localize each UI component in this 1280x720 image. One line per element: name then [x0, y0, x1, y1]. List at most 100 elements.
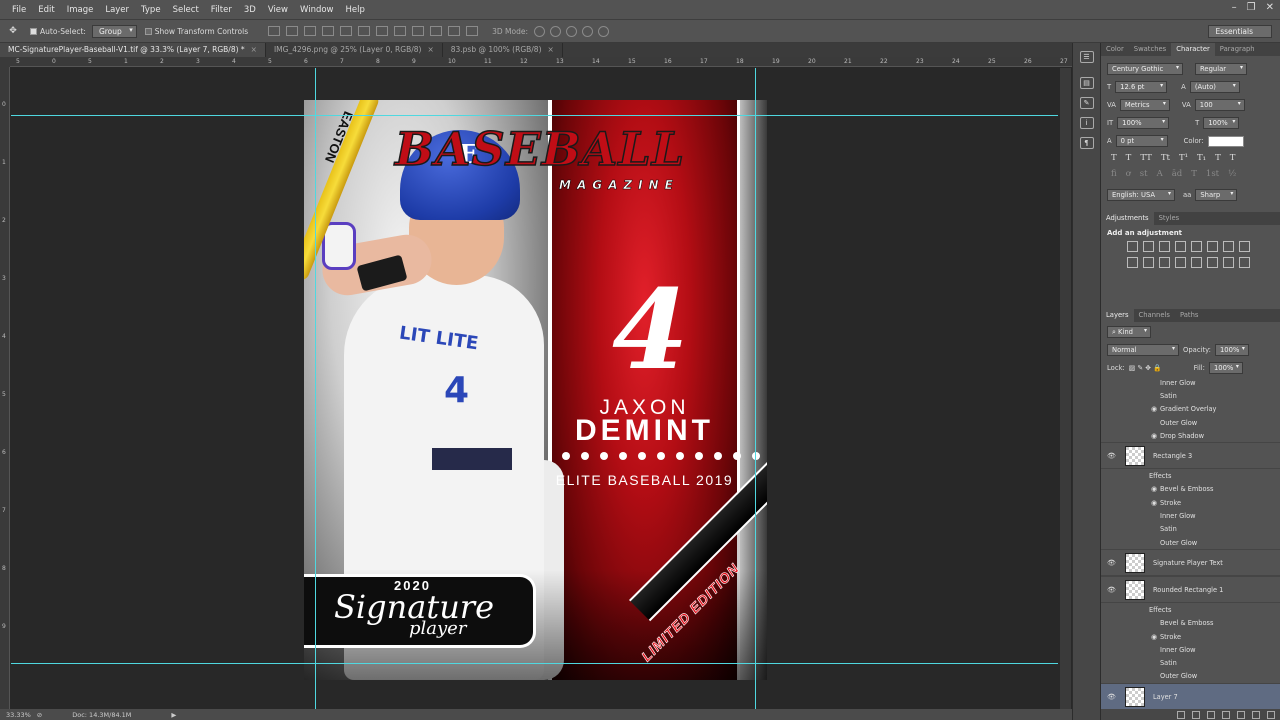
- layer-row[interactable]: 👁 Signature Player Text: [1101, 549, 1280, 577]
- opentype-button[interactable]: A: [1157, 169, 1163, 179]
- lock-icons[interactable]: ▨ ✎ ✥ 🔒: [1129, 364, 1162, 372]
- type-style-button[interactable]: T: [1111, 153, 1117, 163]
- effects-row[interactable]: Effects: [1101, 469, 1280, 482]
- type-style-button[interactable]: TT: [1140, 153, 1152, 163]
- posterize-icon[interactable]: [1191, 257, 1202, 268]
- hue-saturation-icon[interactable]: [1207, 241, 1218, 252]
- tab-83-psb[interactable]: 83.psb @ 100% (RGB/8) ×: [442, 43, 563, 57]
- 3d-scale-icon[interactable]: [598, 25, 610, 37]
- distribute-hcenter-icon[interactable]: [448, 26, 461, 36]
- opentype-button[interactable]: ād: [1172, 169, 1183, 179]
- align-bottom-icon[interactable]: [304, 26, 317, 36]
- guide-vertical-left[interactable]: [315, 68, 316, 709]
- tab-character[interactable]: Character: [1171, 43, 1215, 56]
- link-icon[interactable]: [1177, 710, 1185, 719]
- guide-horizontal-bottom[interactable]: [11, 663, 1058, 664]
- opentype-button[interactable]: st: [1140, 169, 1148, 179]
- font-size-field[interactable]: 12.6 pt: [1115, 81, 1168, 93]
- tab-signature-player[interactable]: MC-SignaturePlayer-Baseball-V1.tif @ 33.…: [0, 43, 266, 57]
- invert-icon[interactable]: [1175, 257, 1186, 268]
- font-family-select[interactable]: Century Gothic: [1107, 63, 1183, 75]
- tab-adjustments[interactable]: Adjustments: [1101, 212, 1154, 225]
- restore-icon[interactable]: ❐: [1247, 2, 1256, 13]
- history-icon[interactable]: ☰: [1079, 51, 1094, 63]
- 3d-roll-icon[interactable]: [550, 25, 562, 37]
- effect-row[interactable]: ◉ Stroke: [1101, 496, 1280, 509]
- tab-img-4296[interactable]: IMG_4296.png @ 25% (Layer 0, RGB/8) ×: [265, 43, 443, 57]
- distribute-vcenter-icon[interactable]: [394, 26, 407, 36]
- kerning-field[interactable]: Metrics: [1119, 99, 1170, 111]
- 3d-drag-icon[interactable]: [566, 25, 578, 37]
- effect-visibility-icon[interactable]: ◉: [1151, 499, 1157, 507]
- visibility-eye-icon[interactable]: 👁: [1107, 452, 1116, 460]
- type-style-button[interactable]: T: [1230, 153, 1236, 163]
- layer-filter-kind[interactable]: ⌕ Kind: [1107, 326, 1151, 338]
- guide-vertical-right[interactable]: [755, 68, 756, 709]
- vertical-ruler[interactable]: 0 1 2 3 4 5 6 7 8 9: [0, 67, 10, 709]
- canvas-area[interactable]: LIT LITE 4 E EASTON BASEBALL MAGAZINE 4 …: [11, 68, 1071, 709]
- fill-field[interactable]: 100%: [1208, 362, 1243, 374]
- opentype-button[interactable]: ơ: [1126, 169, 1131, 179]
- effect-row[interactable]: ◉ Bevel & Emboss: [1101, 483, 1280, 496]
- type-style-button[interactable]: T¹: [1179, 153, 1188, 163]
- align-left-icon[interactable]: [322, 26, 335, 36]
- color-balance-icon[interactable]: [1223, 241, 1234, 252]
- status-menu-icon[interactable]: ▶: [171, 711, 176, 719]
- fx-icon[interactable]: [1192, 710, 1200, 719]
- gradient-map-icon[interactable]: [1223, 257, 1234, 268]
- effect-visibility-icon[interactable]: ◉: [1151, 432, 1157, 440]
- brush-icon[interactable]: ✎: [1079, 97, 1094, 109]
- visibility-eye-icon[interactable]: 👁: [1107, 693, 1116, 701]
- visibility-eye-icon[interactable]: 👁: [1107, 559, 1116, 567]
- text-color-swatch[interactable]: [1207, 135, 1244, 147]
- tab-paragraph[interactable]: Paragraph: [1215, 43, 1260, 56]
- tab-channels[interactable]: Channels: [1134, 309, 1175, 322]
- move-tool-icon[interactable]: ✥: [4, 22, 22, 40]
- effect-visibility-icon[interactable]: ◉: [1151, 485, 1157, 493]
- opentype-button[interactable]: T: [1191, 169, 1197, 179]
- effect-visibility-icon[interactable]: ◉: [1151, 405, 1157, 413]
- menu-edit[interactable]: Edit: [32, 5, 60, 15]
- curves-icon[interactable]: [1159, 241, 1170, 252]
- baseline-shift-field[interactable]: 0 pt: [1115, 135, 1168, 147]
- effect-visibility-icon[interactable]: ◉: [1151, 633, 1157, 641]
- effect-row[interactable]: ◉ Gradient Overlay: [1101, 403, 1280, 416]
- effect-row[interactable]: ◉ Stroke: [1101, 630, 1280, 643]
- effect-row[interactable]: Inner Glow: [1101, 643, 1280, 656]
- exposure-icon[interactable]: [1175, 241, 1186, 252]
- tab-swatches[interactable]: Swatches: [1129, 43, 1171, 56]
- align-top-icon[interactable]: [268, 26, 281, 36]
- distribute-right-icon[interactable]: [466, 26, 479, 36]
- 3d-rotate-icon[interactable]: [534, 25, 546, 37]
- mask-icon[interactable]: [1207, 710, 1215, 719]
- type-style-button[interactable]: Tt: [1161, 153, 1170, 163]
- effect-row[interactable]: Satin: [1101, 656, 1280, 669]
- effect-row[interactable]: Inner Glow: [1101, 509, 1280, 522]
- menu-layer[interactable]: Layer: [99, 5, 135, 15]
- ruler-corner[interactable]: [0, 57, 10, 67]
- effect-row[interactable]: Outer Glow: [1101, 416, 1280, 429]
- menu-view[interactable]: View: [262, 5, 294, 15]
- layer-row[interactable]: 👁 Rectangle 3: [1101, 442, 1280, 470]
- threshold-icon[interactable]: [1207, 257, 1218, 268]
- visibility-eye-icon[interactable]: 👁: [1107, 586, 1116, 594]
- adjustment-layer-icon[interactable]: [1222, 710, 1230, 719]
- photo-filter-icon[interactable]: [1127, 257, 1138, 268]
- menu-select[interactable]: Select: [167, 5, 205, 15]
- effect-row[interactable]: Inner Glow: [1101, 376, 1280, 389]
- menu-3d[interactable]: 3D: [238, 5, 262, 15]
- type-style-button[interactable]: T: [1215, 153, 1221, 163]
- share-icon[interactable]: ⊘: [37, 711, 42, 719]
- menu-file[interactable]: File: [6, 5, 32, 15]
- font-style-select[interactable]: Regular: [1195, 63, 1247, 75]
- opacity-field[interactable]: 100%: [1214, 344, 1249, 356]
- distribute-top-icon[interactable]: [376, 26, 389, 36]
- vertical-scale-field[interactable]: 100%: [1117, 117, 1170, 129]
- layer-row[interactable]: 👁 Layer 7: [1101, 683, 1280, 711]
- workspace-switcher[interactable]: Essentials: [1208, 25, 1272, 38]
- vibrance-icon[interactable]: [1191, 241, 1202, 252]
- effect-row[interactable]: Satin: [1101, 389, 1280, 402]
- zoom-level[interactable]: 33.33%: [6, 711, 31, 719]
- horizontal-ruler[interactable]: 5 0 5 1 2 3 4 5 6 7 8 9 10 11 12 13 14 15 16 17 18 19 20 21 22 23…: [10, 57, 1072, 67]
- effect-row[interactable]: Satin: [1101, 523, 1280, 536]
